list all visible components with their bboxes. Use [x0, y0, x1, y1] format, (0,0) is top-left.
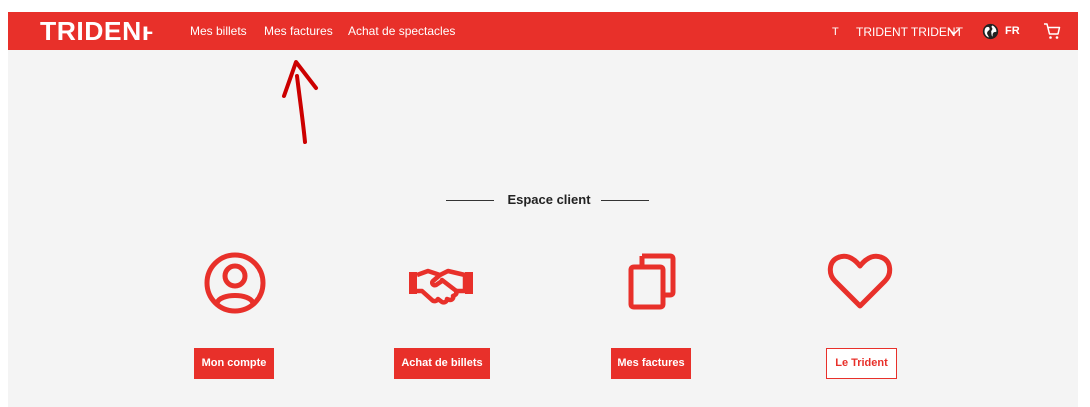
- mon-compte-button[interactable]: Mon compte: [194, 348, 274, 379]
- page-frame: TRIDENⱶ Mes billets Mes factures Achat d…: [8, 12, 1078, 407]
- heading-divider-right: [601, 200, 649, 201]
- section-heading: Espace client: [438, 190, 658, 210]
- handshake-icon: [409, 268, 473, 305]
- red-arrow-annotation: [282, 60, 318, 144]
- top-navigation-bar: TRIDENⱶ Mes billets Mes factures Achat d…: [8, 12, 1078, 50]
- nav-link-achat-de-spectacles[interactable]: Achat de spectacles: [348, 24, 455, 38]
- language-selector[interactable]: FR: [1005, 25, 1020, 38]
- user-circle-icon: [204, 252, 266, 314]
- user-initial: T: [832, 26, 839, 38]
- heading-divider-left: [446, 200, 494, 201]
- section-title: Espace client: [507, 192, 591, 207]
- mes-factures-button[interactable]: Mes factures: [611, 348, 691, 379]
- achat-de-billets-button[interactable]: Achat de billets: [394, 348, 490, 379]
- documents-icon: [628, 253, 676, 310]
- heart-icon: [827, 253, 893, 309]
- cart-icon[interactable]: [1042, 21, 1062, 41]
- globe-icon[interactable]: [982, 23, 999, 40]
- le-trident-button[interactable]: Le Trident: [826, 348, 897, 379]
- nav-link-mes-billets[interactable]: Mes billets: [190, 24, 247, 38]
- chevron-down-icon[interactable]: [948, 26, 960, 36]
- user-menu-toggle[interactable]: TRIDENT TRIDENT: [856, 25, 963, 39]
- nav-link-mes-factures[interactable]: Mes factures: [264, 24, 333, 38]
- trident-logo[interactable]: TRIDENⱶ: [40, 18, 154, 44]
